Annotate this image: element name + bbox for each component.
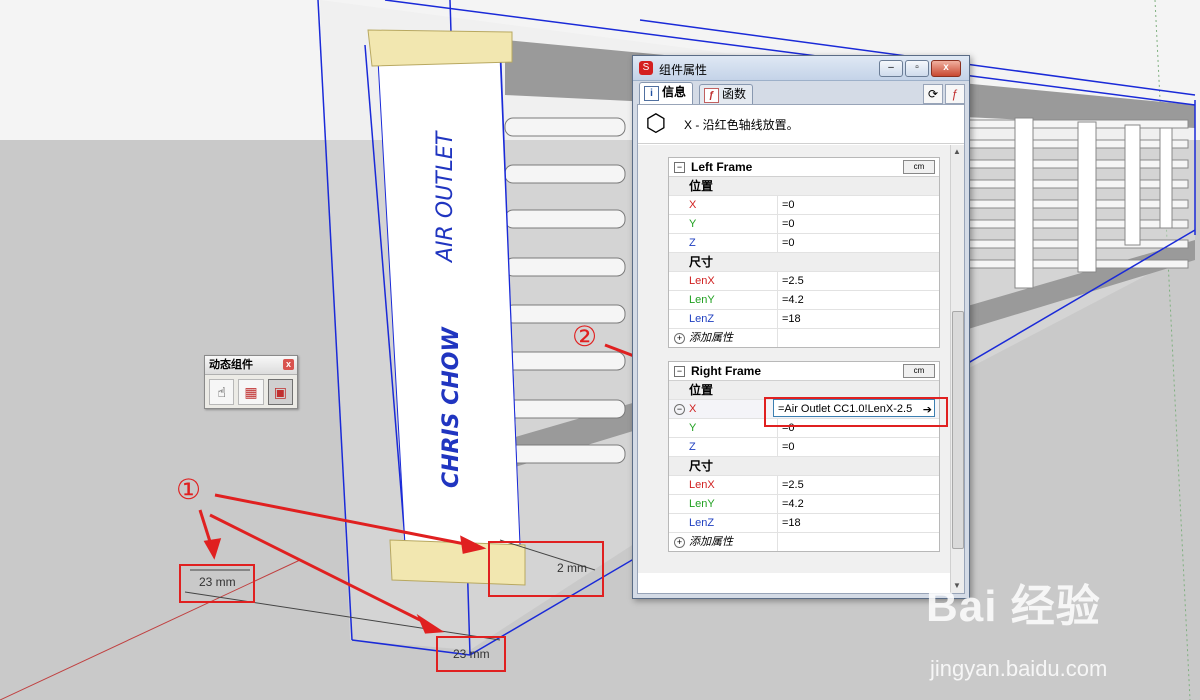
minimize-button[interactable]: – xyxy=(879,60,903,77)
panel-right-frame: − Right Frame cm 位置 − X =Air Outlet CC1.… xyxy=(668,361,940,552)
attribute-value[interactable]: =18 xyxy=(777,514,938,532)
attribute-row[interactable]: Z =0 xyxy=(669,438,939,457)
dynamic-components-toolbar: 动态组件 x ☝ ▦ ▣ xyxy=(204,355,298,409)
label-author: CHRIS CHOW xyxy=(439,326,464,488)
close-icon[interactable]: x xyxy=(283,359,294,370)
add-icon[interactable]: + xyxy=(674,537,685,548)
attribute-value xyxy=(777,533,938,551)
attribute-value[interactable]: =0 xyxy=(777,196,938,214)
panel-header[interactable]: − Right Frame cm xyxy=(669,362,939,381)
attribute-row[interactable]: Z =0 xyxy=(669,234,939,253)
add-attribute-row[interactable]: + 添加属性 xyxy=(669,533,939,551)
toolbar-title: 动态组件 x xyxy=(205,356,297,375)
attribute-key: LenZ xyxy=(689,313,715,325)
panel-left-frame: − Left Frame cm 位置 X =0 Y =0 Z =0 尺寸 LenX =2… xyxy=(668,157,940,348)
refresh-icon[interactable]: ⟳ xyxy=(923,84,943,104)
attribute-key: X xyxy=(689,403,697,415)
info-icon: i xyxy=(644,86,659,101)
attribute-key: LenX xyxy=(689,479,715,491)
attribute-row[interactable]: LenY =4.2 xyxy=(669,495,939,514)
collapse-icon[interactable]: − xyxy=(674,366,685,377)
component-attributes-dialog: S 组件属性 – ▫ x i 信息 ƒ 函数 ⟳ ƒ ⬡ X - 沿红色轴线放置… xyxy=(632,55,970,599)
dialog-title: 组件属性 xyxy=(659,63,708,77)
panel-title: Left Frame xyxy=(691,160,753,174)
section-label: 尺寸 xyxy=(689,459,714,473)
attribute-row[interactable]: LenZ =18 xyxy=(669,514,939,533)
sketchup-logo-icon: S xyxy=(639,61,653,75)
highlight-box xyxy=(488,541,604,597)
add-icon[interactable]: + xyxy=(674,333,685,344)
step-marker-1: ① xyxy=(176,473,202,506)
highlight-box xyxy=(179,564,255,603)
toggle-formula-icon[interactable]: ƒ xyxy=(945,84,965,104)
component-cube-icon: ⬡ xyxy=(645,110,667,137)
section-position: 位置 xyxy=(669,177,939,196)
attribute-value[interactable]: =18 xyxy=(777,310,938,328)
close-button[interactable]: x xyxy=(931,60,961,77)
attribute-key: Y xyxy=(689,422,697,434)
dialog-titlebar[interactable]: S 组件属性 – ▫ x xyxy=(633,56,969,81)
maximize-button[interactable]: ▫ xyxy=(905,60,929,77)
section-size: 尺寸 xyxy=(669,457,939,476)
watermark-brand: Bai 经验 xyxy=(926,582,1101,631)
attribute-key: Y xyxy=(689,218,697,230)
panel-title: Right Frame xyxy=(691,364,762,378)
add-attribute-label[interactable]: 添加属性 xyxy=(689,533,769,551)
section-size: 尺寸 xyxy=(669,253,939,272)
hint-bar: ⬡ X - 沿红色轴线放置。 xyxy=(638,105,964,144)
attribute-value[interactable]: =4.2 xyxy=(777,291,938,309)
attribute-value xyxy=(777,329,938,347)
attribute-value[interactable]: =0 xyxy=(777,215,938,233)
unit-toggle[interactable]: cm xyxy=(903,160,935,174)
highlight-box xyxy=(436,636,506,672)
section-label: 位置 xyxy=(689,179,714,193)
section-label: 位置 xyxy=(689,383,714,397)
label-air-outlet: AIR OUTLET xyxy=(433,130,458,264)
highlight-box xyxy=(764,397,948,427)
attribute-key: LenZ xyxy=(689,517,715,529)
dialog-tabs: i 信息 ƒ 函数 ⟳ ƒ xyxy=(637,82,965,104)
component-attributes-icon[interactable]: ▣ xyxy=(267,379,293,405)
attribute-value[interactable]: =4.2 xyxy=(777,495,938,513)
attribute-value[interactable]: =2.5 xyxy=(777,272,938,290)
step-marker-2: ② xyxy=(572,320,598,353)
tab-info[interactable]: i 信息 xyxy=(639,82,694,104)
tab-functions-label: 函数 xyxy=(722,87,747,101)
attribute-key: LenY xyxy=(689,498,715,510)
remove-icon[interactable]: − xyxy=(674,404,685,415)
attribute-value[interactable]: =0 xyxy=(777,234,938,252)
hint-text: X - 沿红色轴线放置。 xyxy=(684,118,799,132)
attributes-scroll-area[interactable]: − Left Frame cm 位置 X =0 Y =0 Z =0 尺寸 LenX =2… xyxy=(638,145,964,573)
attribute-row[interactable]: LenZ =18 xyxy=(669,310,939,329)
interact-hand-icon[interactable]: ☝ xyxy=(209,379,235,405)
attribute-key: LenY xyxy=(689,294,715,306)
attribute-row[interactable]: LenX =2.5 xyxy=(669,476,939,495)
function-icon: ƒ xyxy=(704,88,719,103)
attributes-content: ⬡ X - 沿红色轴线放置。 − Left Frame cm 位置 X =0 Y =… xyxy=(637,104,965,594)
scrollbar-thumb[interactable] xyxy=(952,311,964,549)
tab-functions[interactable]: ƒ 函数 xyxy=(699,84,754,104)
add-attribute-label[interactable]: 添加属性 xyxy=(689,329,769,347)
attribute-value[interactable]: =2.5 xyxy=(777,476,938,494)
attribute-row[interactable]: LenX =2.5 xyxy=(669,272,939,291)
unit-toggle[interactable]: cm xyxy=(903,364,935,378)
panel-header[interactable]: − Left Frame cm xyxy=(669,158,939,177)
attribute-key: Z xyxy=(689,441,696,453)
toolbar-title-text: 动态组件 xyxy=(209,359,253,371)
attribute-key: LenX xyxy=(689,275,715,287)
scroll-up-icon[interactable]: ▲ xyxy=(953,147,961,156)
attribute-row[interactable]: X =0 xyxy=(669,196,939,215)
add-attribute-row[interactable]: + 添加属性 xyxy=(669,329,939,347)
attribute-row[interactable]: Y =0 xyxy=(669,215,939,234)
attribute-key: Z xyxy=(689,237,696,249)
watermark-domain: jingyan.baidu.com xyxy=(930,656,1108,681)
collapse-icon[interactable]: − xyxy=(674,162,685,173)
vertical-scrollbar[interactable]: ▲ ▼ xyxy=(950,145,964,593)
attribute-row[interactable]: LenY =4.2 xyxy=(669,291,939,310)
attribute-value[interactable]: =0 xyxy=(777,438,938,456)
section-label: 尺寸 xyxy=(689,255,714,269)
attribute-key: X xyxy=(689,199,697,211)
component-options-icon[interactable]: ▦ xyxy=(238,379,264,405)
tab-info-label: 信息 xyxy=(662,85,687,99)
